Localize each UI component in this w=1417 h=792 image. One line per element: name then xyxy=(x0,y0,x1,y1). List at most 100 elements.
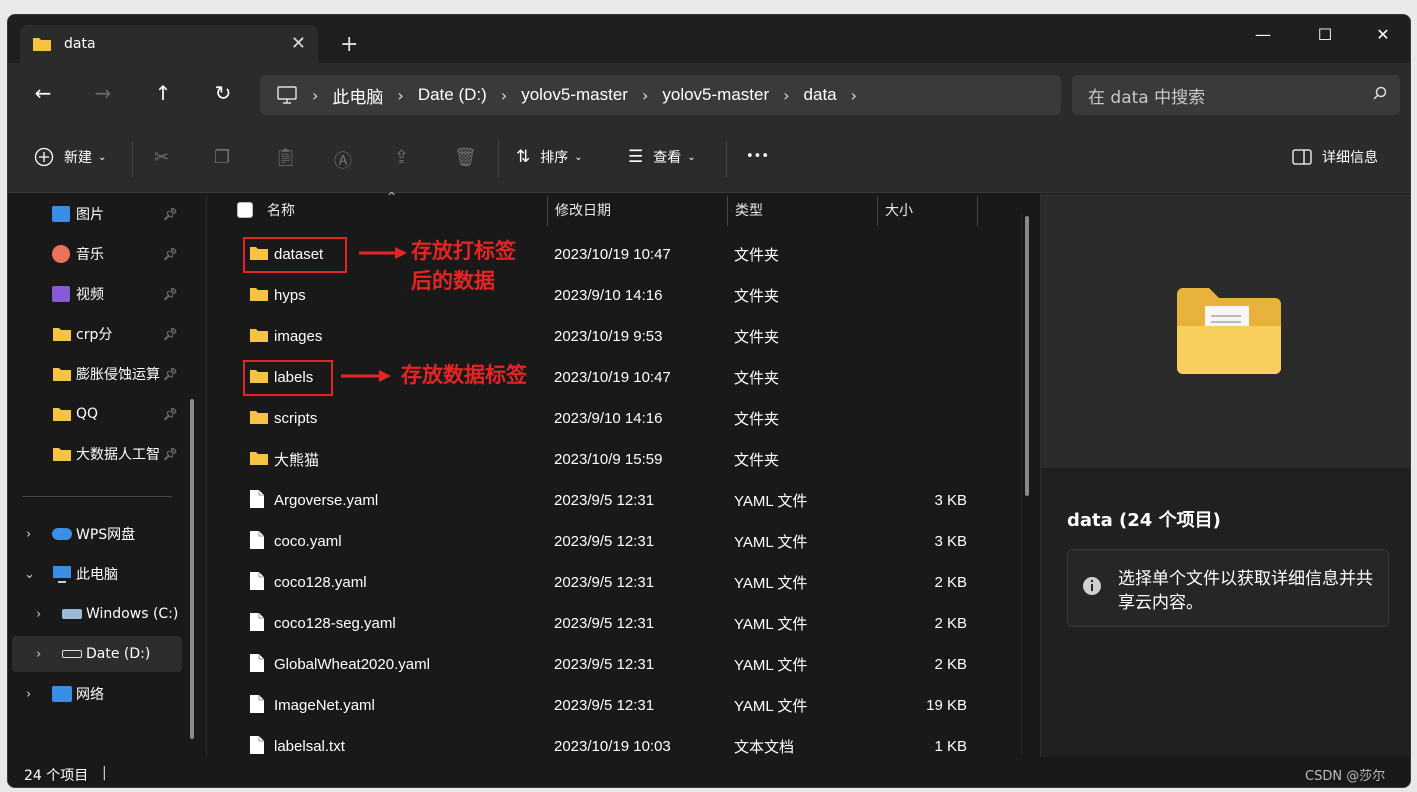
file-type: YAML 文件 xyxy=(734,493,808,510)
sidebar-item-wps-cloud[interactable]: › WPS网盘 xyxy=(8,516,188,552)
file-date: 2023/10/19 10:47 xyxy=(554,369,671,386)
plus-circle-icon xyxy=(34,147,54,167)
address-bar[interactable]: › 此电脑 › Date (D:) › yolov5-master › yolo… xyxy=(260,75,1061,115)
chevron-right-icon[interactable]: › xyxy=(26,527,31,542)
file-list: ^ 名称 修改日期 类型 大小 dataset 2023/10/19 10:47 文… xyxy=(206,190,1040,757)
column-header-type[interactable]: 类型 xyxy=(735,194,763,226)
chevron-down-icon: ⌄ xyxy=(98,151,107,163)
file-date: 2023/9/5 12:31 xyxy=(554,615,655,632)
file-row[interactable]: GlobalWheat2020.yaml 2023/9/5 12:31 YAML 文… xyxy=(237,644,997,685)
annotation-box-dataset xyxy=(243,237,347,273)
column-divider[interactable] xyxy=(727,196,728,226)
delete-icon[interactable]: 🗑︎ xyxy=(454,147,477,168)
chevron-down-icon: ⌄ xyxy=(687,151,696,163)
folder-row[interactable]: images 2023/10/19 9:53 文件夹 xyxy=(237,316,997,357)
sidebar-item-drive-d[interactable]: › Date (D:) xyxy=(12,636,182,672)
file-date: 2023/9/5 12:31 xyxy=(554,492,655,509)
chevron-right-icon[interactable]: › xyxy=(851,86,857,105)
back-arrow-icon[interactable]: ← xyxy=(30,81,56,105)
breadcrumb-yolov5-master-inner[interactable]: yolov5-master xyxy=(662,85,769,105)
details-preview xyxy=(1041,194,1410,468)
sidebar-item-label: 网络 xyxy=(76,687,104,703)
sidebar-item-morphology[interactable]: 膨胀侵蚀运算 📌︎ xyxy=(8,356,188,392)
new-tab-button[interactable]: + xyxy=(340,34,358,56)
select-all-checkbox[interactable] xyxy=(237,194,253,226)
column-divider[interactable] xyxy=(547,196,548,226)
view-button[interactable]: ☰ 查看 ⌄ xyxy=(628,147,696,167)
sidebar-item-label: 膨胀侵蚀运算 xyxy=(76,367,160,383)
sidebar-item-videos[interactable]: 视频 📌︎ xyxy=(8,276,188,312)
column-header-name[interactable]: 名称 xyxy=(267,194,295,226)
scrollbar-track xyxy=(1021,214,1022,754)
forward-arrow-icon[interactable]: → xyxy=(90,81,116,105)
chevron-right-icon[interactable]: › xyxy=(36,607,41,622)
file-size: 3 KB xyxy=(934,533,967,550)
sidebar-item-bigdata[interactable]: 大数据人工智 📌︎ xyxy=(8,436,188,472)
file-row[interactable]: Argoverse.yaml 2023/9/5 12:31 YAML 文件 3 KB xyxy=(237,480,997,521)
sidebar-item-this-pc[interactable]: ⌄ 此电脑 xyxy=(8,556,188,592)
breadcrumb-drive-d[interactable]: Date (D:) xyxy=(418,85,487,105)
breadcrumb-this-pc[interactable]: 此电脑 xyxy=(332,83,383,108)
refresh-icon[interactable]: ↻ xyxy=(210,81,236,105)
annotation-box-labels xyxy=(243,360,333,396)
close-tab-icon[interactable]: ✕ xyxy=(291,33,306,54)
chevron-right-icon[interactable]: › xyxy=(26,687,31,702)
file-list-scrollbar[interactable] xyxy=(1025,216,1029,496)
sidebar-item-pictures[interactable]: 图片 📌︎ xyxy=(8,196,188,232)
folder-row[interactable]: 大熊猫 2023/10/9 15:59 文件夹 xyxy=(237,439,997,480)
column-header-size[interactable]: 大小 xyxy=(885,194,913,226)
column-header-date[interactable]: 修改日期 xyxy=(555,194,611,226)
close-window-button[interactable]: ✕ xyxy=(1360,25,1406,44)
copy-icon[interactable]: ❐ xyxy=(214,147,230,168)
file-date: 2023/9/5 12:31 xyxy=(554,697,655,714)
breadcrumb-yolov5-master[interactable]: yolov5-master xyxy=(521,85,628,105)
explorer-window: data ✕ + — ☐ ✕ ← → ↑ ↻ › 此电脑 › Date (D:)… xyxy=(7,14,1411,788)
sidebar-item-network[interactable]: › 网络 xyxy=(8,676,188,712)
sidebar-scrollbar[interactable] xyxy=(190,399,194,739)
breadcrumb-data[interactable]: data xyxy=(804,85,837,105)
maximize-button[interactable]: ☐ xyxy=(1302,25,1348,44)
file-row[interactable]: coco128.yaml 2023/9/5 12:31 YAML 文件 2 KB xyxy=(237,562,997,603)
minimize-button[interactable]: — xyxy=(1240,25,1286,44)
pin-icon: 📌︎ xyxy=(162,247,178,261)
pin-icon: 📌︎ xyxy=(162,287,178,301)
more-options-button[interactable]: ••• xyxy=(746,149,769,164)
document-icon xyxy=(250,490,264,508)
rename-icon[interactable]: Ⓐ xyxy=(334,147,352,173)
new-label: 新建 xyxy=(64,150,92,166)
file-name: coco128-seg.yaml xyxy=(274,615,396,632)
sidebar-item-qq[interactable]: QQ 📌︎ xyxy=(8,396,188,432)
file-size: 2 KB xyxy=(934,656,967,673)
cut-icon[interactable]: ✂ xyxy=(154,147,169,168)
file-type: YAML 文件 xyxy=(734,657,808,674)
document-icon xyxy=(250,531,264,549)
paste-icon[interactable]: 📋︎ xyxy=(274,147,297,168)
sidebar-item-crp[interactable]: crp分 📌︎ xyxy=(8,316,188,352)
folder-icon xyxy=(53,368,71,381)
file-row[interactable]: ImageNet.yaml 2023/9/5 12:31 YAML 文件 19 KB xyxy=(237,685,997,726)
column-divider[interactable] xyxy=(877,196,878,226)
details-pane-button[interactable]: 详细信息 xyxy=(1292,147,1378,167)
file-type: YAML 文件 xyxy=(734,698,808,715)
file-row[interactable]: coco128-seg.yaml 2023/9/5 12:31 YAML 文件 2 K… xyxy=(237,603,997,644)
search-icon xyxy=(1373,86,1387,100)
pictures-icon xyxy=(52,206,70,222)
sidebar-item-drive-c[interactable]: › Windows (C:) xyxy=(8,596,188,632)
up-arrow-icon[interactable]: ↑ xyxy=(150,81,176,105)
file-size: 1 KB xyxy=(934,738,967,755)
folder-row[interactable]: scripts 2023/9/10 14:16 文件夹 xyxy=(237,398,997,439)
chevron-right-icon[interactable]: › xyxy=(36,647,41,662)
sort-button[interactable]: ⇅ 排序 ⌄ xyxy=(516,147,583,167)
folder-row[interactable]: hyps 2023/9/10 14:16 文件夹 xyxy=(237,275,997,316)
column-divider[interactable] xyxy=(977,196,978,226)
chevron-down-icon[interactable]: ⌄ xyxy=(24,567,35,582)
title-bar: data ✕ + — ☐ ✕ xyxy=(8,15,1410,63)
file-row[interactable]: coco.yaml 2023/9/5 12:31 YAML 文件 3 KB xyxy=(237,521,997,562)
search-input[interactable]: 在 data 中搜索 xyxy=(1072,75,1400,115)
share-icon[interactable]: ⇪ xyxy=(394,147,409,168)
tab-data[interactable]: data ✕ xyxy=(20,25,318,63)
folder-row[interactable]: dataset 2023/10/19 10:47 文件夹 xyxy=(237,234,997,275)
drive-icon xyxy=(62,609,82,619)
sidebar-item-music[interactable]: 音乐 📌︎ xyxy=(8,236,188,272)
new-button[interactable]: 新建 ⌄ xyxy=(34,147,106,167)
